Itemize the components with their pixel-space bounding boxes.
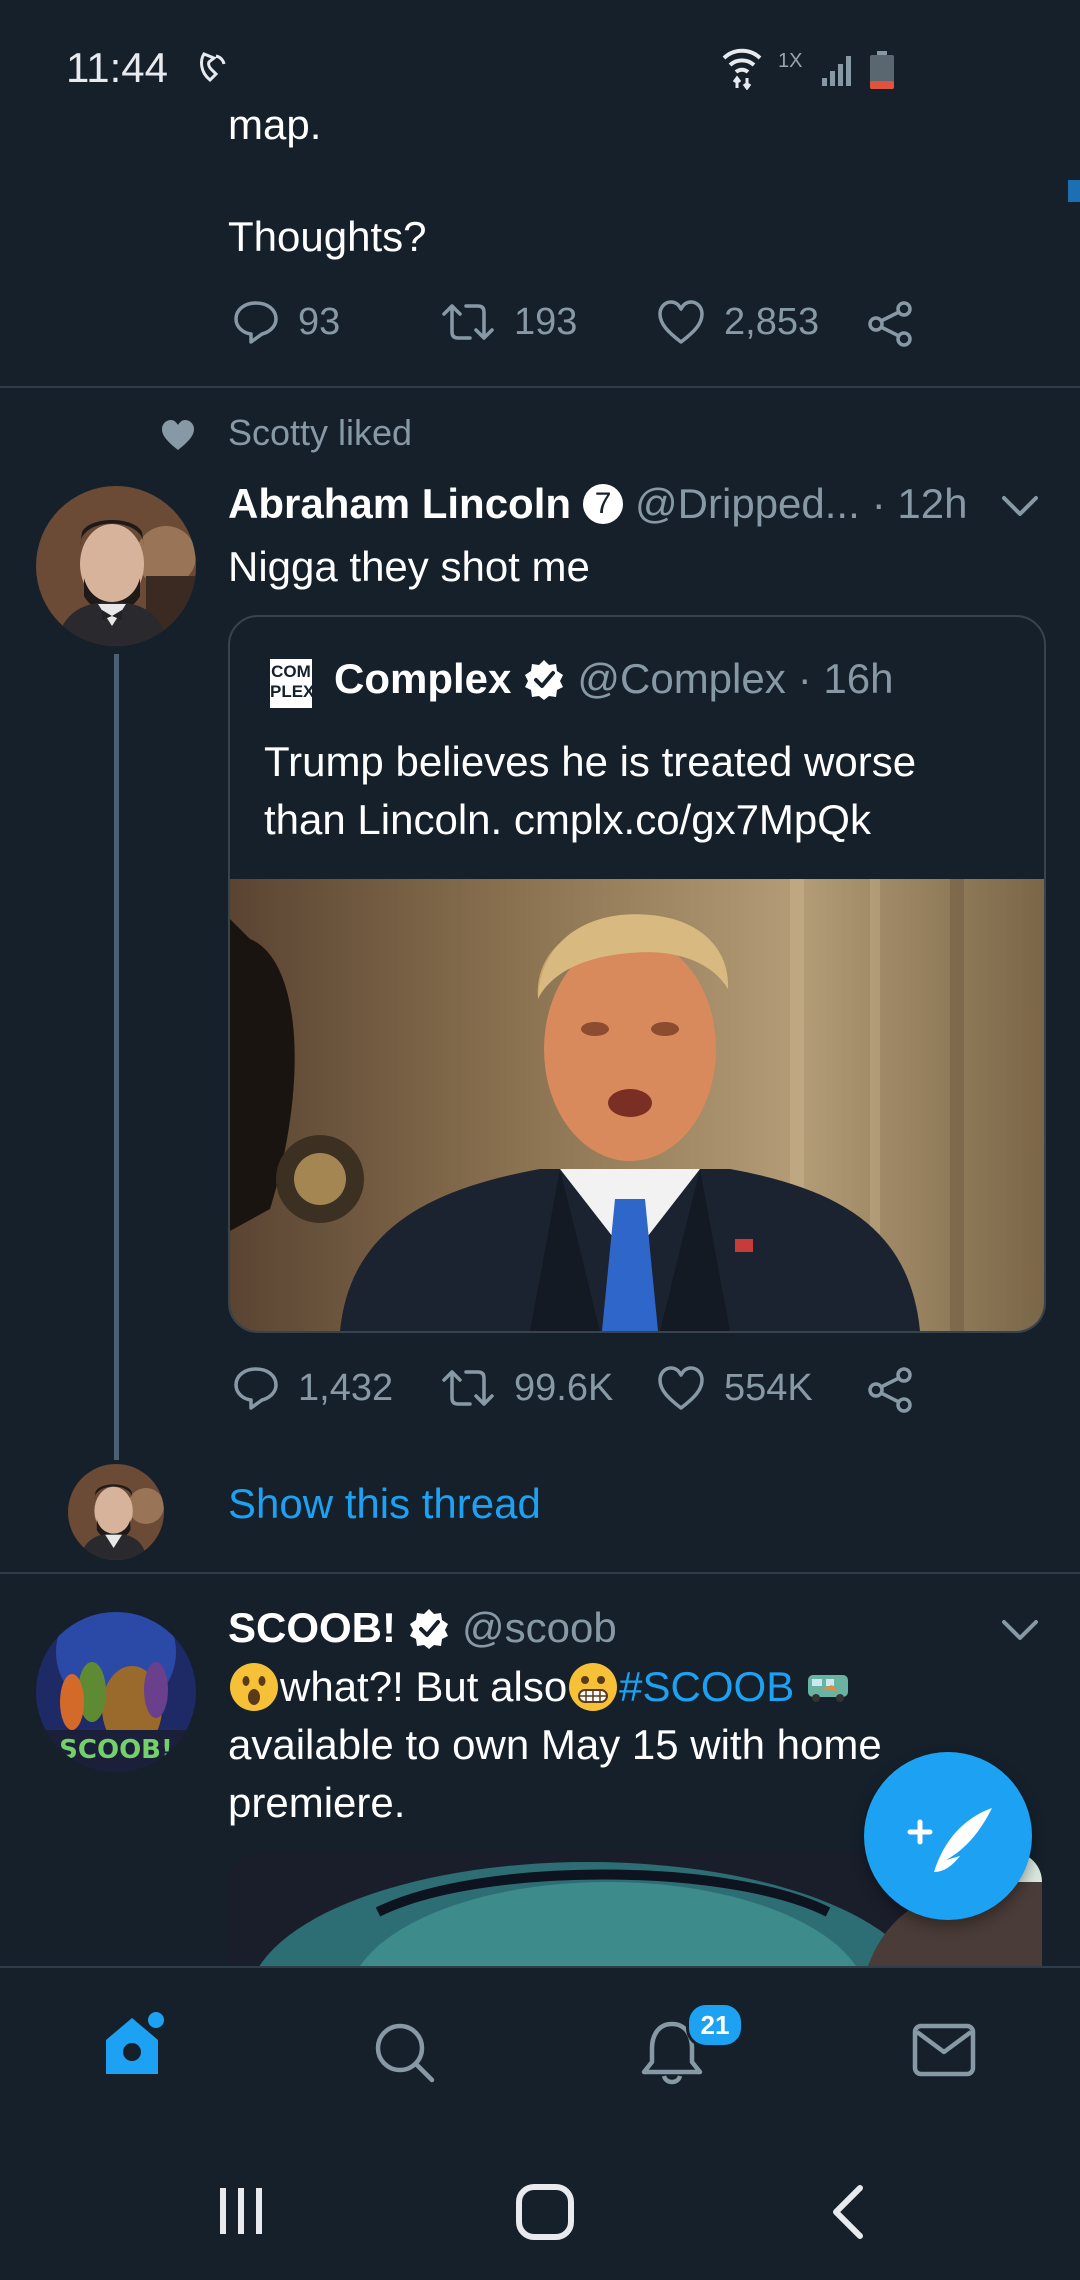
wifi-calling-icon	[200, 52, 226, 83]
reply-count: 1,432	[298, 1366, 394, 1409]
tweet2-text-part1: what?! But also	[280, 1663, 568, 1710]
retweet-count: 99.6K	[514, 1366, 614, 1409]
tweet-header[interactable]: Abraham Lincoln 7 @Dripped... · 12h	[228, 480, 968, 528]
prev-retweet-count: 193	[514, 300, 578, 343]
scoob-avatar-text: SCOOB!	[59, 1735, 173, 1765]
reply-button[interactable]: 1,432	[232, 1364, 393, 1412]
emoji-badge: 7	[583, 484, 624, 524]
reply-icon	[234, 301, 278, 344]
like-count: 554K	[724, 1366, 813, 1409]
tweet-text: Nigga they shot me	[228, 543, 590, 590]
author-handle[interactable]: @Dripped...	[635, 480, 860, 528]
status-time: 11:44	[66, 44, 168, 91]
back-icon[interactable]	[826, 2184, 870, 2240]
reply-icon	[234, 1367, 278, 1410]
prev-reply-count: 93	[298, 300, 341, 343]
tweet2-text-line3: premiere.	[228, 1779, 406, 1826]
tweet2-header[interactable]: SCOOB! @scoob	[228, 1604, 617, 1652]
messages-icon[interactable]	[912, 2022, 976, 2078]
avatar[interactable]	[36, 486, 196, 646]
wifi-icon	[722, 48, 762, 90]
quote-author-handle: @Complex	[577, 655, 786, 702]
chevron-down-icon[interactable]	[1000, 492, 1040, 520]
grimacing-emoji-icon	[569, 1663, 618, 1711]
social-context: Scotty liked	[228, 412, 413, 453]
home-button-icon[interactable]	[514, 2182, 576, 2242]
complex-logo: COM PLEX	[270, 659, 314, 708]
quote-time: · 16h	[797, 655, 894, 702]
prev-retweet-button[interactable]: 193	[440, 298, 577, 346]
retweet-button[interactable]: 99.6K	[440, 1364, 613, 1412]
battery-icon	[870, 51, 894, 89]
quote-author-name: Complex	[334, 655, 512, 702]
quote-media-image[interactable]	[230, 879, 1044, 1331]
prev-like-button[interactable]: 2,853	[656, 298, 819, 346]
tweet-divider	[0, 1572, 1080, 1574]
network-type: 1X	[778, 50, 803, 72]
status-bar: 11:44 1X	[0, 0, 1080, 110]
chevron-down-icon[interactable]	[1000, 1616, 1040, 1644]
signal-icon	[822, 56, 851, 86]
system-navigation	[0, 2142, 1080, 2280]
author-name[interactable]: Abraham Lincoln	[228, 480, 571, 528]
mystery-machine-icon	[808, 1675, 849, 1702]
tweet-time: · 12h	[871, 480, 968, 527]
compose-icon	[907, 1808, 992, 1872]
retweet-icon	[442, 1370, 494, 1406]
tweet-divider	[0, 386, 1080, 388]
thread-line	[114, 654, 119, 1460]
hashtag-link[interactable]: #SCOOB	[619, 1658, 794, 1716]
retweet-icon	[442, 304, 494, 340]
like-icon	[658, 1366, 704, 1410]
prev-reply-button[interactable]: 93	[232, 298, 340, 346]
prev-tweet-text: Thoughts?	[228, 213, 427, 260]
search-icon[interactable]	[372, 2020, 436, 2084]
notifications-badge: 21	[686, 2002, 744, 2048]
quote-text: Trump believes he is treated worse than …	[264, 738, 917, 843]
home-icon[interactable]	[100, 2008, 172, 2080]
bottom-navigation	[0, 1966, 1080, 2144]
like-button[interactable]: 554K	[656, 1364, 813, 1412]
verified-icon	[410, 1609, 448, 1649]
share-icon[interactable]	[866, 300, 914, 348]
heart-icon	[162, 420, 194, 450]
verified-icon	[525, 660, 564, 700]
share-icon[interactable]	[866, 1366, 914, 1414]
tweet2-text-line1: what?! But also #SCOOB	[228, 1658, 854, 1716]
quote-tweet-card[interactable]: COM PLEX Complex @Complex · 16h Trump be…	[228, 615, 1046, 1333]
quote-header: Complex @Complex · 16h	[334, 655, 893, 703]
compose-button[interactable]	[864, 1752, 1032, 1920]
tweet2-author-handle[interactable]: @scoob	[462, 1604, 617, 1652]
prev-like-count: 2,853	[724, 300, 820, 343]
astonished-emoji-icon	[230, 1663, 278, 1711]
show-thread-link[interactable]: Show this thread	[228, 1480, 541, 1528]
recents-icon[interactable]	[214, 2184, 268, 2238]
thread-avatar[interactable]	[68, 1464, 164, 1560]
like-icon	[658, 300, 704, 344]
tweet2-author-name[interactable]: SCOOB!	[228, 1604, 396, 1652]
tweet2-text-line2: available to own May 15 with home	[228, 1721, 882, 1768]
scroll-indicator[interactable]	[1068, 180, 1080, 202]
scoob-avatar[interactable]: SCOOB!	[36, 1612, 196, 1772]
